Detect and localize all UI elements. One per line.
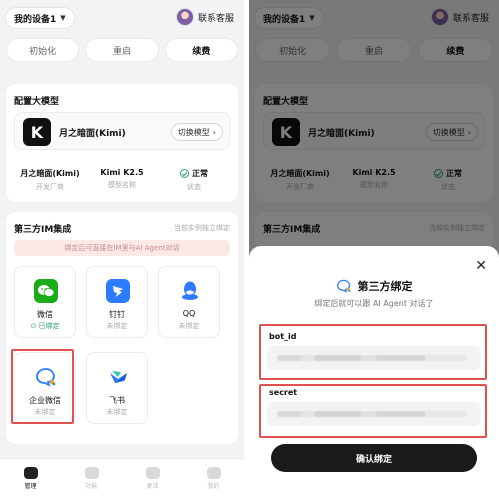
confirm-binding-button[interactable]: 确认绑定 xyxy=(271,444,477,472)
im-tile-name: 微信 xyxy=(37,310,53,319)
revive-icon xyxy=(145,467,160,479)
im-section-subtitle: 当前实例独立绑定 xyxy=(174,224,230,232)
stat-status-value-row: 正常 xyxy=(158,168,230,179)
contact-support-button[interactable]: 联系客服 xyxy=(175,8,234,26)
current-model-box: K 月之暗面(Kimi) 切换模型 › xyxy=(14,112,230,150)
screenshot-stage: 我的设备1 ▼ 联系客服 初始化 重启 续费 配置大模型 K 月之暗面(Kimi… xyxy=(0,0,499,498)
chevron-down-icon: ▼ xyxy=(60,14,66,22)
qq-icon xyxy=(178,279,202,303)
wework-icon xyxy=(336,279,351,293)
nav-label: 功能 xyxy=(85,483,98,490)
im-tile-feishu[interactable]: 飞书 未绑定 xyxy=(86,352,148,424)
sheet-subtitle: 绑定后就可以跟 AI Agent 对话了 xyxy=(314,299,434,308)
contact-support-label: 联系客服 xyxy=(197,13,234,24)
stat-model-value: Kimi K2.5 xyxy=(100,168,144,177)
chevron-right-icon: › xyxy=(212,127,216,137)
sheet-title-row: 第三方绑定 xyxy=(249,278,499,294)
stat-model-label: 模型名称 xyxy=(108,181,136,189)
device-action-row: 初始化 重启 续费 xyxy=(6,38,238,62)
model-config-card: 配置大模型 K 月之暗面(Kimi) 切换模型 › 月之暗面(Kimi) 开发厂… xyxy=(6,84,238,202)
im-tile-status: ⊙ 已绑定 xyxy=(15,321,75,331)
check-small-icon: ⊙ xyxy=(30,322,39,330)
wechat-icon xyxy=(34,279,58,303)
im-tip-banner: 绑定后可直接在IM里与AI Agent对话 xyxy=(14,240,230,256)
nav-item-revive[interactable]: 复活 xyxy=(122,459,183,498)
init-button[interactable]: 初始化 xyxy=(6,38,80,62)
feishu-icon xyxy=(106,365,130,389)
stat-status-label: 状态 xyxy=(187,183,201,191)
robot-icon xyxy=(23,467,38,479)
device-selector[interactable]: 我的设备1 ▼ xyxy=(5,7,75,29)
profile-icon xyxy=(206,467,221,479)
im-section-title: 第三方IM集成 xyxy=(14,225,72,235)
im-tile-name: 钉钉 xyxy=(109,310,125,319)
nav-label: 复活 xyxy=(146,483,159,490)
model-stats: 月之暗面(Kimi) 开发厂商 Kimi K2.5 模型名称 正常 状态 xyxy=(14,168,230,192)
im-tile-qq[interactable]: QQ 未绑定 xyxy=(158,266,220,338)
bot-id-highlight-frame xyxy=(259,324,487,380)
nav-item-function[interactable]: 功能 xyxy=(61,459,122,498)
stat-status: 正常 状态 xyxy=(158,168,230,192)
im-tile-status: 未绑定 xyxy=(106,322,128,330)
binding-sheet-screen: 我的设备1 ▼ 联系客服 初始化 重启 续费 配置大模型 K 月之暗面(Kimi… xyxy=(249,0,499,498)
im-tile-status: 未绑定 xyxy=(106,408,128,416)
im-tile-status: 未绑定 xyxy=(178,322,200,330)
nav-item-manage[interactable]: 管理 xyxy=(0,459,61,498)
nav-label: 管理 xyxy=(24,483,37,490)
im-tile-name: 飞书 xyxy=(109,396,125,405)
wework-highlight-frame xyxy=(11,349,74,424)
stat-vendor-value: 月之暗面(Kimi) xyxy=(20,169,80,178)
renew-button[interactable]: 续费 xyxy=(164,38,238,62)
stat-status-value: 正常 xyxy=(192,169,208,178)
stat-vendor-label: 开发厂商 xyxy=(36,183,64,191)
bottom-nav: 管理 功能 复活 我的 xyxy=(0,458,244,498)
sheet-title: 第三方绑定 xyxy=(357,280,413,293)
switch-model-label: 切换模型 xyxy=(177,127,210,137)
restart-button[interactable]: 重启 xyxy=(85,38,159,62)
model-section-title: 配置大模型 xyxy=(14,97,60,107)
secret-highlight-frame xyxy=(259,384,487,438)
support-avatar-icon xyxy=(175,8,194,26)
nav-item-mine[interactable]: 我的 xyxy=(183,459,244,498)
device-selector-label: 我的设备1 xyxy=(14,14,57,25)
im-tile-name: QQ xyxy=(182,309,196,318)
im-tile-dingtalk[interactable]: 钉钉 未绑定 xyxy=(86,266,148,338)
dingtalk-icon xyxy=(106,279,130,303)
switch-model-button[interactable]: 切换模型 › xyxy=(170,123,223,141)
stat-model: Kimi K2.5 模型名称 xyxy=(86,168,158,192)
check-circle-icon xyxy=(180,169,189,178)
function-icon xyxy=(84,467,99,479)
close-icon[interactable]: ✕ xyxy=(475,258,487,274)
kimi-logo-icon: K xyxy=(23,118,51,146)
device-management-screen: 我的设备1 ▼ 联系客服 初始化 重启 续费 配置大模型 K 月之暗面(Kimi… xyxy=(0,0,244,498)
top-bar: 我的设备1 ▼ 联系客服 xyxy=(0,0,244,34)
nav-label: 我的 xyxy=(207,483,220,490)
model-name: 月之暗面(Kimi) xyxy=(59,129,126,139)
im-tile-wechat[interactable]: 微信 ⊙ 已绑定 xyxy=(14,266,76,338)
im-tile-status-text: 已绑定 xyxy=(38,322,60,330)
stat-vendor: 月之暗面(Kimi) 开发厂商 xyxy=(14,168,86,192)
